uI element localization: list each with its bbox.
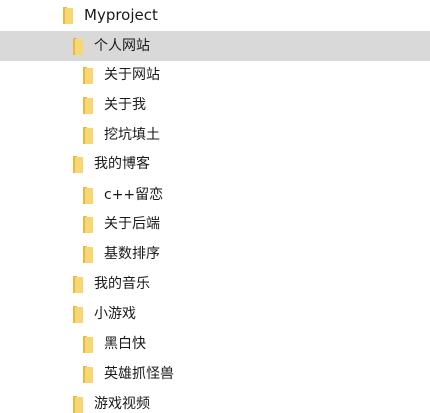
folder-icon [83,215,93,233]
folder-icon [83,126,93,144]
folder-icon [83,186,93,204]
tree-item-label: 我的博客 [94,156,150,172]
tree-item-label: 小游戏 [94,306,136,322]
tree-item-about-me[interactable]: 关于我 [0,90,430,120]
tree-item-label: 我的音乐 [94,276,150,292]
tree-item-backend[interactable]: 关于后端 [0,209,430,239]
tree-item-personal-site[interactable]: 个人网站 [0,31,430,61]
tree-item-label: 黑白快 [104,336,146,352]
folder-icon [63,6,73,24]
folder-icon [83,365,93,383]
folder-icon [83,66,93,84]
tree-item-my-music[interactable]: 我的音乐 [0,269,430,299]
folder-icon [83,96,93,114]
tree-item-cpp[interactable]: c++留恋 [0,180,430,210]
tree-item-label: 游戏视频 [94,396,150,412]
tree-item-myproject[interactable]: Myproject [0,0,430,30]
tree-item-label: 基数排序 [104,246,160,262]
folder-icon [73,37,83,55]
tree-item-label: c++留恋 [104,187,164,203]
tree-item-label: 挖坑填土 [104,127,160,143]
tree-item-about-site[interactable]: 关于网站 [0,60,430,90]
tree-item-label: 英雄抓怪兽 [104,366,174,382]
tree-item-dig-fill[interactable]: 挖坑填土 [0,120,430,150]
tree-item-black-white[interactable]: 黑白快 [0,329,430,359]
tree-item-game-videos[interactable]: 游戏视频 [0,389,430,413]
tree-item-radix-sort[interactable]: 基数排序 [0,239,430,269]
tree-item-label: 关于网站 [104,67,160,83]
folder-icon [73,395,83,413]
folder-icon [83,335,93,353]
folder-tree: Myproject 个人网站 关于网站 关于我 挖坑填土 我的博客 c++留恋 … [0,0,430,413]
folder-icon [73,155,83,173]
tree-item-label: 个人网站 [94,38,150,54]
tree-item-mini-games[interactable]: 小游戏 [0,299,430,329]
tree-item-label: 关于后端 [104,216,160,232]
folder-icon [83,245,93,263]
tree-item-hero-monster[interactable]: 英雄抓怪兽 [0,359,430,389]
tree-item-my-blog[interactable]: 我的博客 [0,149,430,179]
tree-item-label: Myproject [84,6,158,24]
folder-icon [73,305,83,323]
tree-item-label: 关于我 [104,97,146,113]
folder-icon [73,275,83,293]
